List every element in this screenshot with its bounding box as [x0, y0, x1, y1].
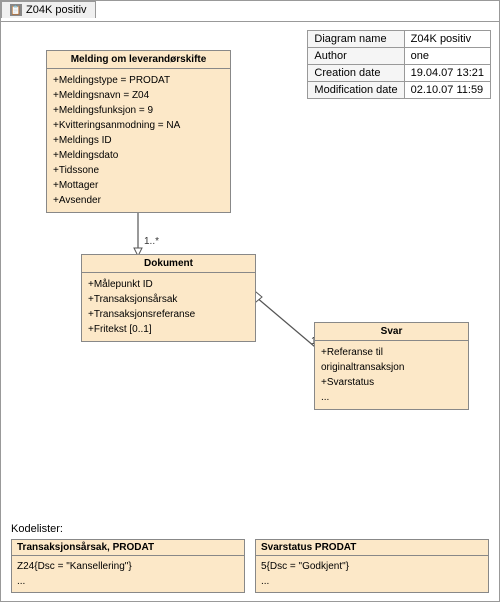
info-key-2: Creation date [308, 65, 404, 82]
melding-line: +Kvitteringsanmodning = NA [53, 118, 224, 133]
melding-class-box: Melding om leverandørskifte +Meldingstyp… [46, 50, 231, 213]
info-row-2: Creation date19.04.07 13:21 [308, 65, 491, 82]
info-value-1: one [404, 48, 490, 65]
melding-body: +Meldingstype = PRODAT+Meldingsnavn = Z0… [47, 69, 230, 212]
codelist-title-0: Transaksjonsårsak, PRODAT [12, 540, 244, 556]
melding-line: +Meldingstype = PRODAT [53, 73, 224, 88]
dokument-class-box: Dokument +Målepunkt ID+Transaksjonsårsak… [81, 254, 256, 342]
dokument-line: +Målepunkt ID [88, 277, 249, 292]
svar-title: Svar [315, 323, 468, 341]
codelist-line: ... [261, 574, 483, 589]
svar-class-box: Svar +Referanse til originaltransaksjon+… [314, 322, 469, 410]
info-row-0: Diagram nameZ04K positiv [308, 31, 491, 48]
svar-line: +Referanse til originaltransaksjon [321, 345, 462, 375]
dokument-line: +Fritekst [0..1] [88, 322, 249, 337]
melding-line: +Meldings ID [53, 133, 224, 148]
dokument-line: +Transaksjonsreferanse [88, 307, 249, 322]
codelists-row: Transaksjonsårsak, PRODATZ24{Dsc = "Kans… [11, 539, 489, 593]
info-key-3: Modification date [308, 82, 404, 99]
info-table: Diagram nameZ04K positivAuthoroneCreatio… [307, 30, 491, 99]
svar-line: +Svarstatus [321, 375, 462, 390]
codelist-line: ... [17, 574, 239, 589]
svar-body: +Referanse til originaltransaksjon+Svars… [315, 341, 468, 409]
info-row-1: Authorone [308, 48, 491, 65]
diagram-tab[interactable]: 📋 Z04K positiv [1, 1, 96, 18]
codelists-section: Kodelister: Transaksjonsårsak, PRODATZ24… [11, 523, 489, 593]
diagram-canvas: Diagram nameZ04K positivAuthoroneCreatio… [1, 21, 499, 601]
info-value-2: 19.04.07 13:21 [404, 65, 490, 82]
main-container: 📋 Z04K positiv Diagram nameZ04K positivA… [0, 0, 500, 602]
info-key-0: Diagram name [308, 31, 404, 48]
melding-line: +Meldingsnavn = Z04 [53, 88, 224, 103]
melding-line: +Meldingsdato [53, 148, 224, 163]
svg-text:1..*: 1..* [144, 236, 159, 247]
melding-title: Melding om leverandørskifte [47, 51, 230, 69]
codelist-box-0: Transaksjonsårsak, PRODATZ24{Dsc = "Kans… [11, 539, 245, 593]
info-key-1: Author [308, 48, 404, 65]
info-value-0: Z04K positiv [404, 31, 490, 48]
svar-line: ... [321, 390, 462, 405]
codelists-label: Kodelister: [11, 523, 489, 535]
info-row-3: Modification date02.10.07 11:59 [308, 82, 491, 99]
codelist-title-1: Svarstatus PRODAT [256, 540, 488, 556]
melding-line: +Tidssone [53, 163, 224, 178]
dokument-line: +Transaksjonsårsak [88, 292, 249, 307]
diagram-icon: 📋 [10, 4, 22, 16]
dokument-title: Dokument [82, 255, 255, 273]
tab-bar: 📋 Z04K positiv [1, 1, 96, 18]
melding-line: +Mottager [53, 178, 224, 193]
melding-line: +Meldingsfunksjon = 9 [53, 103, 224, 118]
codelist-body-1: 5{Dsc = "Godkjent"}... [256, 556, 488, 592]
tab-label: Z04K positiv [26, 4, 87, 16]
codelist-body-0: Z24{Dsc = "Kansellering"}... [12, 556, 244, 592]
codelist-line: 5{Dsc = "Godkjent"} [261, 559, 483, 574]
melding-line: +Avsender [53, 193, 224, 208]
dokument-body: +Målepunkt ID+Transaksjonsårsak+Transaks… [82, 273, 255, 341]
codelist-line: Z24{Dsc = "Kansellering"} [17, 559, 239, 574]
codelist-box-1: Svarstatus PRODAT5{Dsc = "Godkjent"}... [255, 539, 489, 593]
info-value-3: 02.10.07 11:59 [404, 82, 490, 99]
